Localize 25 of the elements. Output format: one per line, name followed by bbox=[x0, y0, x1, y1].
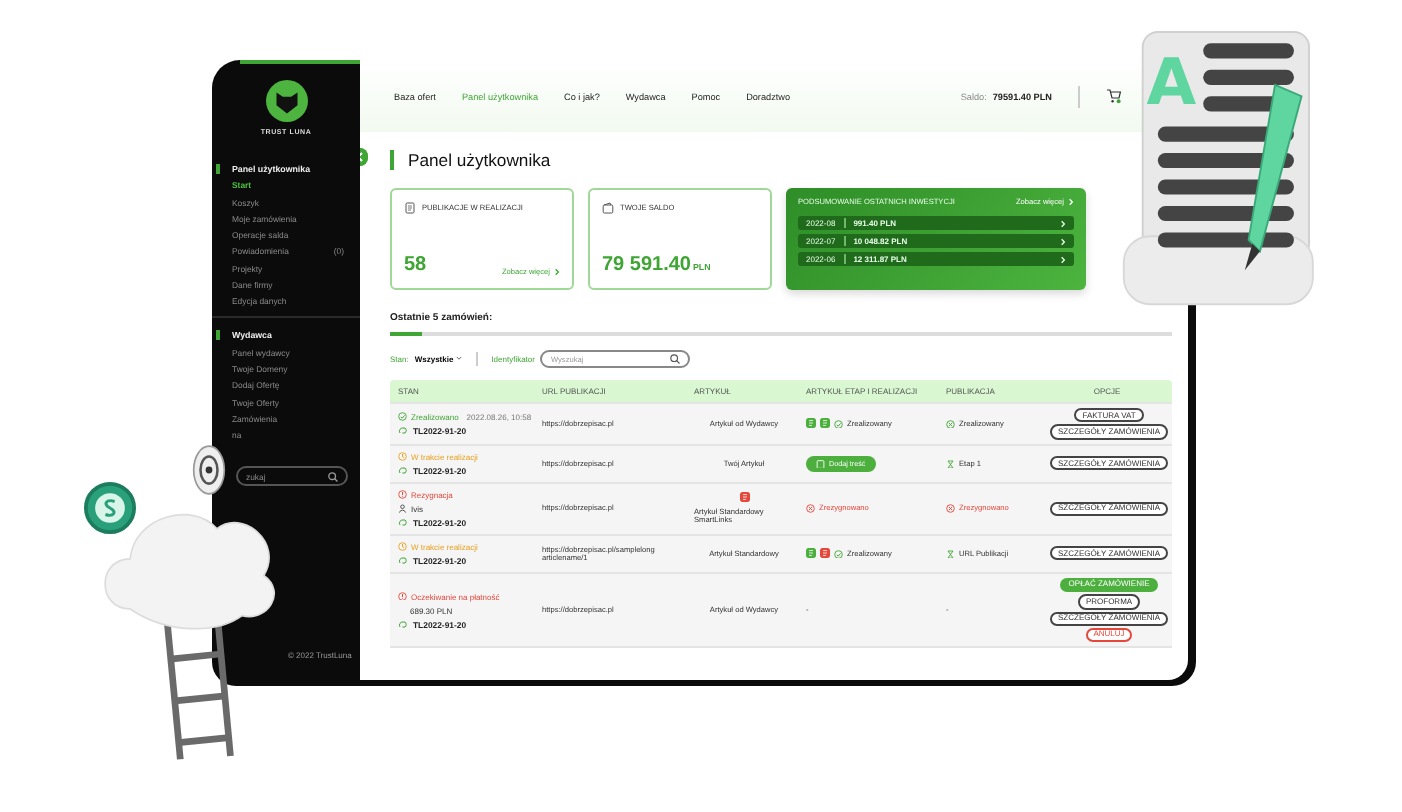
link-icon bbox=[398, 466, 407, 476]
check-circle-icon bbox=[834, 549, 843, 559]
chevron-icon bbox=[554, 268, 560, 276]
card-value: 58 bbox=[404, 254, 427, 276]
target-drawing bbox=[192, 444, 226, 496]
person-icon bbox=[398, 504, 407, 514]
coin-drawing bbox=[84, 482, 136, 534]
link-icon bbox=[398, 619, 407, 629]
cart-icon[interactable] bbox=[1106, 88, 1122, 104]
link-icon bbox=[398, 426, 407, 436]
link-icon bbox=[398, 556, 407, 566]
cat-logo-icon bbox=[265, 80, 307, 122]
check-circle-icon bbox=[834, 419, 843, 429]
search-icon bbox=[328, 471, 338, 482]
link-icon bbox=[398, 518, 407, 528]
chevron-icon bbox=[1060, 255, 1066, 263]
wallet-icon bbox=[602, 202, 614, 214]
cross-circle-icon bbox=[806, 504, 815, 514]
document-icon bbox=[816, 459, 825, 469]
chevron-icon bbox=[1060, 237, 1066, 245]
search-icon bbox=[670, 354, 681, 364]
chevron-icon bbox=[1060, 219, 1066, 227]
chevron-icon bbox=[1068, 198, 1074, 206]
document-icon bbox=[404, 202, 416, 214]
tab-indicator bbox=[390, 332, 422, 336]
